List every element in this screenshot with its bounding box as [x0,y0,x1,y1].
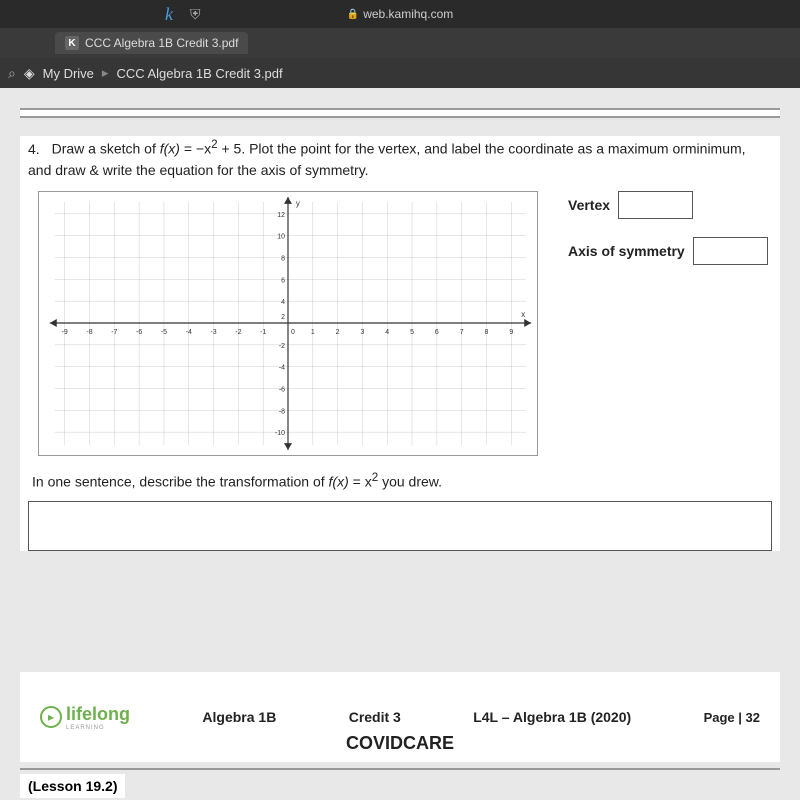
axis-input[interactable] [693,237,768,265]
lifelong-subtext: LEARNING [66,725,130,731]
vertex-label: Vertex [568,197,610,213]
lifelong-icon: ▸ [40,706,62,728]
vertex-input[interactable] [618,191,693,219]
question-number: 4. [28,141,40,157]
svg-text:2: 2 [336,329,340,336]
vertex-row: Vertex [568,191,772,219]
breadcrumb-bar: ⌕ ◈ My Drive ▸ CCC Algebra 1B Credit 3.p… [0,58,800,88]
covidcare-watermark: COVIDCARE [20,733,780,754]
svg-text:-10: -10 [275,430,285,437]
svg-text:y: y [296,199,300,208]
svg-text:8: 8 [281,255,285,262]
svg-text:-2: -2 [235,329,241,336]
svg-text:3: 3 [361,329,365,336]
footer-credit: Credit 3 [349,709,401,725]
svg-text:6: 6 [281,277,285,284]
breadcrumb-file[interactable]: CCC Algebra 1B Credit 3.pdf [116,66,282,81]
tab-favicon: K [65,36,79,50]
lock-icon: 🔒 [347,9,359,20]
footer-program: L4L – Algebra 1B (2020) [473,709,631,725]
transform-prompt: In one sentence, describe the transforma… [32,471,772,490]
svg-text:6: 6 [435,329,439,336]
page-footer: ▸ lifelong LEARNING Algebra 1B Credit 3 … [20,672,780,762]
drive-icon: ◈ [24,65,35,82]
tab-bar: K CCC Algebra 1B Credit 3.pdf [0,28,800,58]
shield-icon: ⛨ [190,6,201,23]
axis-label: Axis of symmetry [568,243,685,259]
svg-text:-4: -4 [279,364,285,371]
svg-text:12: 12 [277,211,285,218]
graph-and-answers-row: -9-8-7-6-5-4-3-2-10123456789 12108642-2-… [28,191,772,456]
breadcrumb-drive[interactable]: My Drive [43,66,94,81]
lifelong-text: lifelong [66,704,130,724]
lifelong-logo: ▸ lifelong LEARNING [40,704,130,731]
svg-text:7: 7 [460,329,464,336]
breadcrumb-separator: ▸ [102,65,109,81]
svg-text:9: 9 [509,329,513,336]
svg-text:4: 4 [385,329,389,336]
svg-text:x: x [521,310,525,319]
search-icon[interactable]: ⌕ [8,65,16,82]
svg-text:4: 4 [281,299,285,306]
document-viewport[interactable]: 4. Draw a sketch of f(x) = −x2 + 5. Plot… [0,88,800,800]
svg-text:-2: -2 [279,342,285,349]
browser-top-bar: k ⛨ 🔒 web.kamihq.com [0,0,800,28]
lesson-reference: (Lesson 19.2) [20,774,125,798]
page-bottom-divider [20,768,780,770]
answers-column: Vertex Axis of symmetry [568,191,772,283]
url-bar[interactable]: 🔒 web.kamihq.com [347,7,454,21]
svg-text:2: 2 [281,314,285,321]
url-text: web.kamihq.com [363,7,453,21]
footer-page-number: Page | 32 [704,710,760,725]
svg-text:1: 1 [311,329,315,336]
kami-app-icon: k [165,4,173,25]
question-text: 4. Draw a sketch of f(x) = −x2 + 5. Plot… [28,136,772,181]
axis-row: Axis of symmetry [568,237,772,265]
svg-text:-3: -3 [210,329,216,336]
tab-title: CCC Algebra 1B Credit 3.pdf [85,36,238,50]
svg-text:-8: -8 [279,408,285,415]
svg-text:5: 5 [410,329,414,336]
svg-text:-7: -7 [111,329,117,336]
svg-text:8: 8 [485,329,489,336]
svg-text:-9: -9 [62,329,68,336]
footer-course: Algebra 1B [202,709,276,725]
svg-text:-5: -5 [161,329,167,336]
svg-text:0: 0 [291,329,295,336]
svg-text:-6: -6 [279,386,285,393]
browser-tab[interactable]: K CCC Algebra 1B Credit 3.pdf [55,32,248,54]
svg-text:10: 10 [277,233,285,240]
question-block: 4. Draw a sketch of f(x) = −x2 + 5. Plot… [20,136,780,551]
transform-answer-input[interactable] [28,501,772,551]
graph-svg: -9-8-7-6-5-4-3-2-10123456789 12108642-2-… [39,192,537,455]
svg-text:-1: -1 [260,329,266,336]
svg-text:-6: -6 [136,329,142,336]
section-divider [20,108,780,118]
svg-text:-8: -8 [86,329,92,336]
coordinate-grid[interactable]: -9-8-7-6-5-4-3-2-10123456789 12108642-2-… [38,191,538,456]
svg-text:-4: -4 [186,329,192,336]
